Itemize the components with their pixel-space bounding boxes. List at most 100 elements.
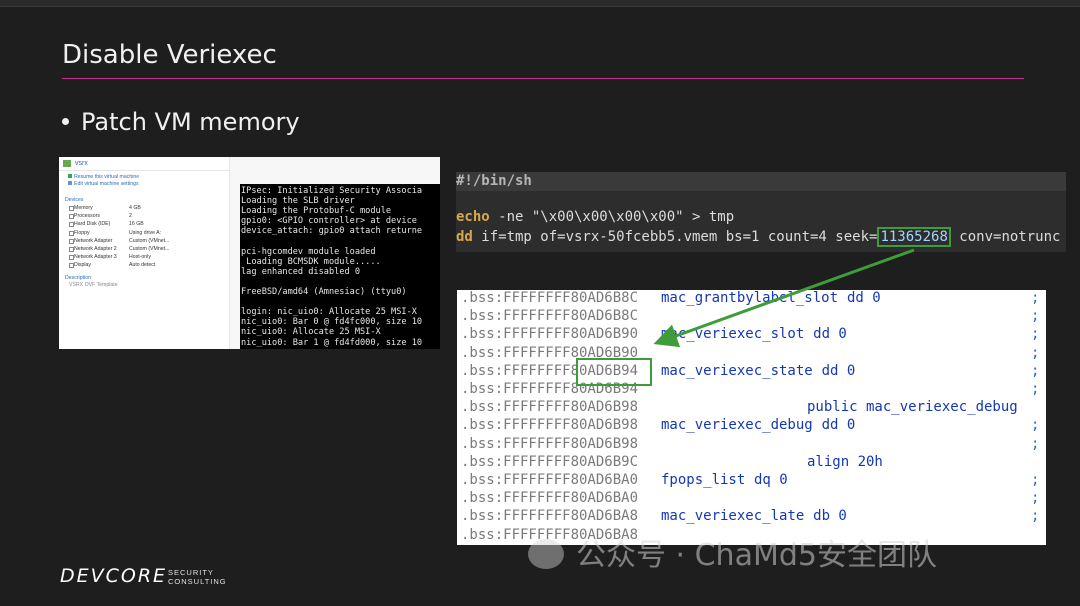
vm-device-row[interactable]: Network Adapter 3 Host-only: [69, 254, 219, 261]
disasm-address: .bss:FFFFFFFF80AD6B8C: [461, 308, 639, 325]
disasm-comment-marker: ;: [1031, 417, 1040, 434]
device-value: 16 GB: [129, 221, 144, 228]
vm-device-row[interactable]: Memory 4 GB: [69, 205, 219, 212]
slide-title: Disable Veriexec: [62, 40, 277, 70]
disasm-comment-marker: ;: [1031, 326, 1040, 343]
title-underline: [62, 78, 1024, 79]
console-line: gpio0: <GPIO controller> at device: [241, 216, 417, 227]
disasm-symbol[interactable]: mac_veriexec_late: [661, 508, 804, 524]
disasm-instruction: dd 0: [821, 362, 856, 379]
disasm-address: .bss:FFFFFFFF80AD6B98: [461, 435, 639, 452]
disasm-address: .bss:FFFFFFFF80AD6B90: [461, 326, 639, 343]
vm-logo-icon: [63, 160, 71, 167]
disasm-line: .bss:FFFFFFFF80AD6B8C;: [461, 308, 1046, 326]
device-value: 4 GB: [129, 205, 141, 211]
dd-line: dd if=tmp of=vsrx-50fcebb5.vmem bs=1 cou…: [456, 227, 1061, 247]
disasm-line: .bss:FFFFFFFF80AD6B8C mac_grantbylabel_sl…: [461, 290, 1046, 308]
description-header[interactable]: Description: [65, 275, 91, 281]
vm-device-row[interactable]: Display Auto detect: [69, 262, 219, 269]
shell-header: [456, 172, 1066, 191]
device-value: Using drive A:: [129, 229, 162, 236]
vm-description: VSRX OVF Template: [69, 282, 118, 288]
disasm-line: .bss:FFFFFFFF80AD6B94 mac_veriexec_state d…: [461, 363, 1046, 381]
disasm-comment-marker: ;: [1031, 508, 1040, 525]
disasm-address: .bss:FFFFFFFF80AD6B9C: [461, 453, 639, 470]
console-line: Loading the SLB driver: [241, 196, 355, 207]
device-value: Host-only: [129, 254, 151, 261]
watermark: 公众号 · ChaMd5安全团队: [528, 530, 937, 574]
device-value: Custom (VMnet...: [129, 237, 170, 244]
device-value: Auto detect: [129, 262, 156, 269]
console-line: nic_uio0: Bar 0 @ fd4fc000, size 10: [241, 317, 423, 328]
disasm-instruction: align 20h: [807, 453, 883, 470]
console-line: nic_uio0: Allocate 25 MSI-X: [241, 327, 381, 338]
settings-icon: [68, 181, 72, 185]
wechat-icon: [528, 538, 564, 569]
bullet-text: Patch VM memory: [81, 108, 300, 136]
devices-header[interactable]: Devices: [65, 197, 83, 203]
disasm-comment-marker: ;: [1031, 381, 1040, 397]
disasm-symbol[interactable]: mac_veriexec_debug: [661, 417, 813, 433]
disasm-instruction: db 0: [813, 508, 847, 525]
vm-device-row[interactable]: Network Adapter Custom (VMnet...: [69, 238, 219, 245]
vm-device-row[interactable]: Processors 2: [69, 213, 219, 220]
disasm-comment-marker: ;: [1031, 490, 1040, 507]
device-name: Network Adapter: [74, 237, 113, 244]
console-line: device_attach: gpio0 attach returne: [241, 226, 423, 237]
disasm-instruction: dq 0: [754, 472, 788, 488]
bullet-item: Patch VM memory: [62, 108, 300, 136]
disasm-address: .bss:FFFFFFFF80AD6B98: [461, 399, 639, 416]
device-name: Floppy: [74, 229, 90, 236]
resume-vm-link[interactable]: Resume this virtual machine: [68, 174, 139, 180]
seek-value-highlight: 11365268: [877, 227, 951, 247]
device-name: Processors: [74, 213, 100, 220]
vm-device-row[interactable]: Hard Disk (IDE) 16 GB: [69, 221, 219, 228]
disasm-line: .bss:FFFFFFFF80AD6B98 public mac_veriexec…: [461, 399, 1046, 417]
device-name: Hard Disk (IDE): [74, 221, 111, 228]
disasm-line: .bss:FFFFFFFF80AD6BA0 fpops_list dq 0;: [461, 472, 1046, 490]
vm-device-row[interactable]: Network Adapter 2 Custom (VMnet...: [69, 246, 219, 253]
edit-vm-settings-link[interactable]: Edit virtual machine settings: [68, 181, 139, 187]
disasm-symbol[interactable]: mac_veriexec_state: [661, 363, 813, 379]
device-name: Network Adapter 3: [74, 254, 117, 261]
vm-divider: [59, 170, 229, 171]
device-name: Display: [74, 262, 92, 269]
play-icon: [68, 174, 72, 178]
disasm-line: .bss:FFFFFFFF80AD6B98 mac_veriexec_debug d…: [461, 417, 1046, 435]
vm-title: vsrx: [75, 160, 88, 167]
disasm-instruction: public mac_veriexec_debug: [807, 399, 1018, 416]
disasm-comment-marker: ;: [1031, 362, 1040, 379]
console-line: IPsec: Initialized Security Associa: [241, 186, 423, 196]
disasm-comment-marker: ;: [1031, 435, 1040, 452]
disasm-line: .bss:FFFFFFFF80AD6B9C align 20h: [461, 454, 1046, 472]
disasm-address: .bss:FFFFFFFF80AD6B98: [461, 417, 639, 434]
device-name: Memory: [74, 205, 93, 211]
console-line: Loading BCMSDK module.....: [241, 256, 381, 267]
device-value: 2: [129, 213, 132, 220]
logo-subtitle: SECURITY CONSULTING: [168, 568, 227, 586]
disasm-comment-marker: ;: [1031, 472, 1040, 488]
disasm-address: .bss:FFFFFFFF80AD6BA0: [461, 490, 639, 507]
console-line: nic_uio0: Bar 1 @ fd4fd000, size 10: [241, 337, 423, 348]
console-line: lag enhanced disabled 0: [241, 266, 360, 277]
address-highlight-box: [576, 358, 652, 386]
devcore-logo: DEVCORE: [60, 565, 168, 587]
vm-device-row[interactable]: Floppy Using drive A:: [69, 230, 219, 237]
disasm-line: .bss:FFFFFFFF80AD6BA0;: [461, 490, 1046, 508]
vm-console[interactable]: IPsec: Initialized Security Associa Loadi…: [240, 184, 440, 349]
disasm-symbol[interactable]: fpops_list: [661, 472, 745, 488]
disasm-instruction: dd 0: [821, 417, 856, 434]
disasm-symbol[interactable]: mac_grantbylabel_slot: [661, 290, 838, 306]
shell-script-panel: #!/bin/sh echo -ne "\x00\x00\x00\x00" > …: [456, 172, 1066, 252]
disassembly-panel: .bss:FFFFFFFF80AD6B8C mac_grantbylabel_sl…: [457, 290, 1046, 545]
console-line: FreeBSD/amd64 (Amnesiac) (ttyu0): [241, 287, 407, 297]
disasm-line: .bss:FFFFFFFF80AD6B98;: [461, 436, 1046, 454]
device-value: Custom (VMnet...: [129, 246, 170, 252]
disasm-line: .bss:FFFFFFFF80AD6B94;: [461, 381, 1046, 399]
disasm-symbol[interactable]: mac_veriexec_slot: [661, 326, 804, 342]
disasm-comment-marker: ;: [1031, 344, 1040, 361]
vm-sidebar: vsrx Resume this virtual machine Edit vi…: [59, 157, 230, 349]
disasm-line: .bss:FFFFFFFF80AD6B90 mac_veriexec_slot dd…: [461, 326, 1046, 344]
disasm-comment-marker: ;: [1031, 308, 1040, 325]
disasm-address: .bss:FFFFFFFF80AD6B8C: [461, 290, 639, 306]
